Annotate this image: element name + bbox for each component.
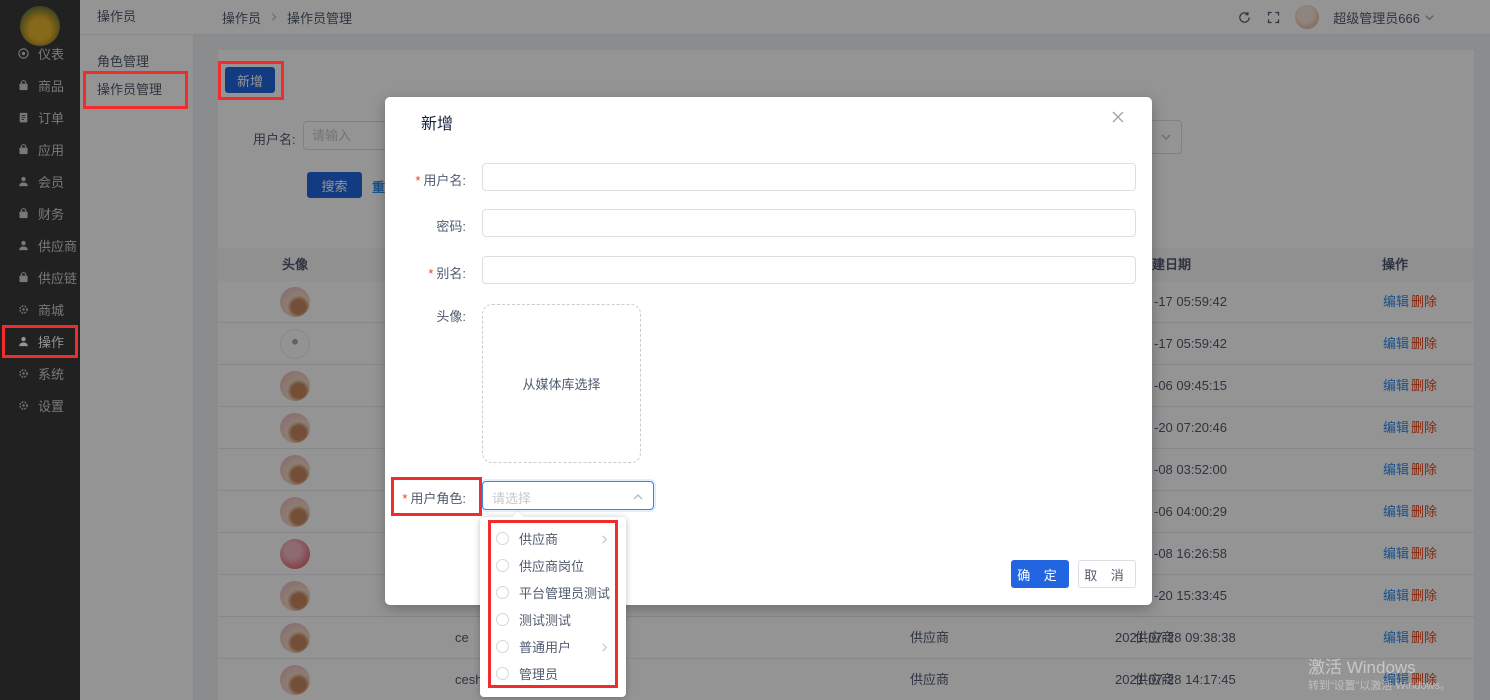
role-option-3[interactable]: 测试测试 — [480, 606, 626, 633]
close-icon[interactable] — [1110, 109, 1126, 125]
modal-password-label: 密码: — [340, 216, 466, 235]
modal-alias-input[interactable] — [482, 256, 1136, 284]
role-option-label: 供应商 — [519, 529, 558, 548]
modal-avatar-label: 头像: — [340, 306, 466, 325]
role-option-label: 测试测试 — [519, 610, 571, 629]
required-marker: * — [415, 173, 420, 188]
role-select[interactable]: 请选择 — [482, 481, 654, 510]
role-option-4[interactable]: 普通用户 — [480, 633, 626, 660]
cancel-button[interactable]: 取 消 — [1078, 560, 1136, 588]
role-option-5[interactable]: 管理员 — [480, 660, 626, 687]
role-option-label: 普通用户 — [519, 637, 571, 656]
radio-icon — [496, 640, 509, 653]
radio-icon — [496, 559, 509, 572]
radio-icon — [496, 613, 509, 626]
role-dropdown: 供应商供应商岗位平台管理员测试测试测试普通用户管理员 — [480, 517, 626, 697]
role-option-2[interactable]: 平台管理员测试 — [480, 579, 626, 606]
required-marker: * — [402, 491, 407, 506]
modal-username-label: *用户名: — [340, 170, 466, 189]
modal-title: 新增 — [421, 110, 453, 134]
role-option-1[interactable]: 供应商岗位 — [480, 552, 626, 579]
modal-alias-label: *别名: — [340, 263, 466, 282]
media-picker-label: 从媒体库选择 — [522, 374, 600, 393]
app-root: 仪表商品订单应用会员财务供应商供应链商城操作系统设置 操作员 角色管理 操作员管… — [0, 0, 1490, 700]
modal-password-input[interactable] — [482, 209, 1136, 237]
chevron-right-icon — [599, 533, 610, 544]
role-option-label: 供应商岗位 — [519, 556, 584, 575]
role-select-placeholder: 请选择 — [492, 488, 531, 507]
radio-icon — [496, 586, 509, 599]
radio-icon — [496, 532, 509, 545]
confirm-button[interactable]: 确 定 — [1011, 560, 1069, 588]
role-option-label: 管理员 — [519, 664, 558, 683]
radio-icon — [496, 667, 509, 680]
role-option-label: 平台管理员测试 — [519, 583, 610, 602]
chevron-right-icon — [599, 641, 610, 652]
modal-role-label: *用户角色: — [340, 488, 466, 507]
required-marker: * — [428, 266, 433, 281]
role-option-0[interactable]: 供应商 — [480, 525, 626, 552]
chevron-up-icon — [632, 491, 644, 503]
modal-username-input[interactable] — [482, 163, 1136, 191]
media-library-picker[interactable]: 从媒体库选择 — [482, 304, 641, 463]
